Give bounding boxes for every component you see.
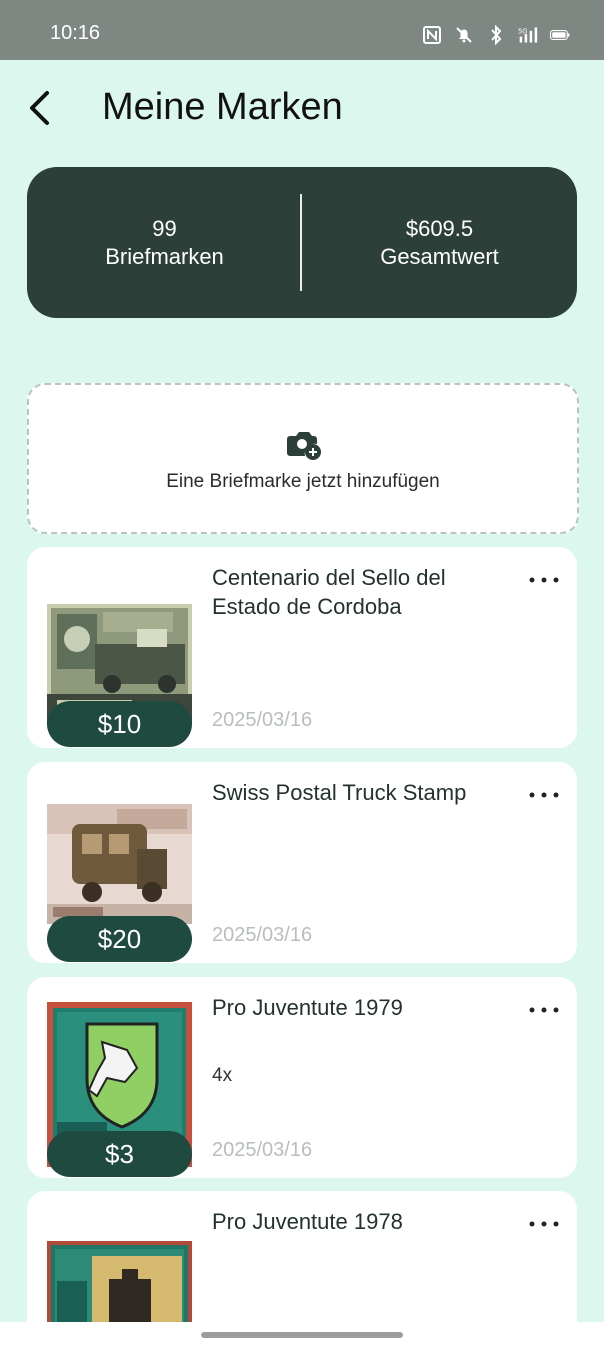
stamp-date: 2025/03/16 [212, 1139, 313, 1161]
more-horizontal-icon [529, 1221, 559, 1227]
price-badge: $3 [47, 1131, 192, 1177]
stamp-count-label: Briefmarken [105, 243, 224, 269]
more-options-button[interactable] [527, 995, 561, 1025]
chevron-left-icon [30, 91, 49, 125]
battery-icon [550, 25, 570, 45]
status-time: 10:16 [50, 22, 101, 44]
stamp-card[interactable]: $20 Swiss Postal Truck Stamp 2025/03/16 [27, 762, 577, 963]
add-stamp-button[interactable]: Eine Briefmarke jetzt hinzufügen [27, 383, 579, 534]
more-options-button[interactable] [527, 1209, 561, 1239]
stamp-thumbnail [47, 804, 192, 924]
total-value-label: Gesamtwert [380, 243, 499, 269]
stamp-title: Pro Juventute 1979 [212, 995, 403, 1020]
stamp-count-stat: 99 Briefmarken [27, 167, 302, 318]
total-value-stat: $609.5 Gesamtwert [302, 167, 577, 318]
signal-5g-icon: 5G [518, 25, 538, 45]
stamp-quantity: 4x [212, 1065, 233, 1086]
stamp-title: Swiss Postal Truck Stamp [212, 780, 467, 805]
bluetooth-icon [486, 25, 506, 45]
more-horizontal-icon [529, 577, 559, 583]
price-badge: $20 [47, 916, 192, 962]
more-options-button[interactable] [527, 565, 561, 595]
more-horizontal-icon [529, 1007, 559, 1013]
nfc-icon [422, 25, 442, 45]
price-badge: $10 [47, 701, 192, 747]
stamp-count-value: 99 [152, 215, 177, 241]
status-icons: 5G [422, 22, 570, 48]
stamp-title: Centenario del Sello del Estado de Cordo… [212, 565, 446, 619]
home-indicator[interactable] [201, 1332, 403, 1338]
navigation-bar [0, 1322, 604, 1350]
stamp-date: 2025/03/16 [212, 709, 313, 731]
svg-text:5G: 5G [518, 27, 527, 35]
add-stamp-label: Eine Briefmarke jetzt hinzufügen [166, 471, 440, 492]
stamp-card[interactable]: $10 Centenario del Sello del Estado de C… [27, 547, 577, 748]
back-button[interactable] [20, 88, 60, 128]
mute-bell-icon [454, 25, 474, 45]
more-options-button[interactable] [527, 780, 561, 810]
summary-card: 99 Briefmarken $609.5 Gesamtwert [27, 167, 577, 318]
camera-add-icon [287, 432, 321, 460]
stamp-title: Pro Juventute 1978 [212, 1209, 403, 1234]
more-horizontal-icon [529, 792, 559, 798]
total-value: $609.5 [405, 215, 474, 241]
stamp-date: 2025/03/16 [212, 924, 313, 946]
status-bar: 10:16 5G [0, 0, 604, 60]
app-bar: Meine Marken [0, 60, 604, 160]
stamp-card[interactable]: $3 Pro Juventute 1979 4x 2025/03/16 [27, 977, 577, 1178]
page-title: Meine Marken [102, 86, 343, 128]
